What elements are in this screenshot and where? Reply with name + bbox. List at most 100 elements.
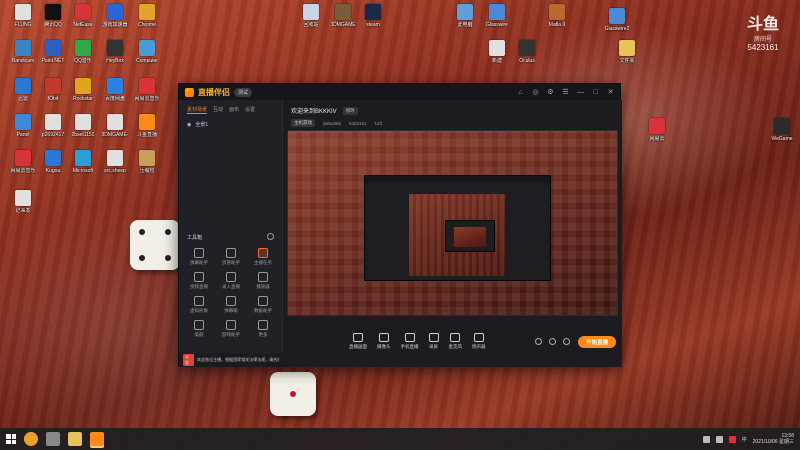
taskbar-chrome-icon[interactable] <box>24 432 38 446</box>
sidebar-tab[interactable]: 素材场景 <box>187 106 208 114</box>
category-tag[interactable]: 主机游戏 <box>291 119 315 127</box>
desktop-icon[interactable]: Panel <box>6 114 40 148</box>
settings-gear-icon[interactable] <box>562 338 570 345</box>
desktop-icon[interactable]: 迅雷 <box>6 78 40 112</box>
desktop-icon[interactable]: IObit <box>36 78 70 112</box>
desktop-icon[interactable]: 斗鱼直播 <box>130 114 164 148</box>
desktop-icon[interactable]: WeGame <box>765 118 799 152</box>
desktop-icon-label: src.sheep <box>104 168 126 174</box>
toolbox-item[interactable]: 录入直播 <box>215 272 247 290</box>
tray-network-icon[interactable] <box>702 435 710 443</box>
desktop-icon[interactable]: Oculus <box>510 40 544 74</box>
desktop-icon[interactable]: 3DMGAME- <box>98 114 132 148</box>
desktop-icon[interactable]: 腾讯QQ <box>36 4 70 38</box>
scene-label: 全景1 <box>195 122 209 128</box>
desktop-icon[interactable]: 游戏加速器 <box>98 4 132 38</box>
record-icon[interactable] <box>534 338 542 345</box>
windows-start-icon[interactable] <box>6 434 16 444</box>
desktop-icon[interactable]: Glasswire2 <box>600 8 634 42</box>
desktop-icon[interactable]: 2bset1150 <box>66 114 100 148</box>
desktop-icon[interactable]: 网易云音乐 <box>130 78 164 112</box>
desktop-icon[interactable]: 3DMGAME <box>326 4 360 38</box>
close-icon[interactable]: ✕ <box>607 89 614 96</box>
desktop-icon[interactable]: 网易云 <box>640 118 674 152</box>
desktop-icon[interactable]: Mafia II <box>540 4 574 38</box>
home-icon[interactable]: ⌂ <box>517 89 524 96</box>
toolbox-item[interactable]: 弹幕助手 <box>183 248 215 266</box>
room-title: 欢迎来到BKKKIV <box>291 109 337 115</box>
tray-volume-icon[interactable] <box>715 435 723 443</box>
stream-preview[interactable] <box>287 130 618 316</box>
toolbox-item[interactable]: 主播任务 <box>247 248 279 266</box>
die-pip <box>139 255 145 261</box>
desktop-icon[interactable]: HeyBox <box>98 40 132 74</box>
desktop-icon[interactable]: 百度网盘 <box>98 78 132 112</box>
desktop-icon[interactable]: 压缩包 <box>130 150 164 184</box>
tool-icon <box>226 272 236 282</box>
title-bar[interactable]: 直播伴侣 测试 ⌂ ◎ ⚙ ☰ — □ ✕ <box>179 84 620 100</box>
desktop-icon[interactable]: src.sheep <box>98 150 132 184</box>
desktop-icon[interactable]: Chrome <box>130 4 164 38</box>
target-icon[interactable]: ◎ <box>532 89 539 96</box>
toolbox-item[interactable]: 更多 <box>247 320 279 338</box>
sidebar-tab[interactable]: 互动 <box>213 106 223 114</box>
desktop-icon[interactable]: Bandicam <box>6 40 40 74</box>
desktop-icon[interactable]: QQ音乐 <box>66 40 100 74</box>
toolbox-settings-icon[interactable] <box>267 233 274 240</box>
desktop-icon[interactable]: steam <box>356 4 390 38</box>
desktop-icon[interactable]: 回收站 <box>294 4 328 38</box>
tray-app-icon[interactable] <box>728 435 736 443</box>
sidebar-tab[interactable]: 画布 <box>229 106 239 114</box>
desktop-icon[interactable]: 记事本 <box>6 190 40 224</box>
desktop-icon[interactable]: Kugou <box>36 150 70 184</box>
desktop-icon[interactable]: Rockstar <box>66 78 100 112</box>
desktop-icon-label: Rockstar <box>73 96 93 102</box>
toolbox-item[interactable]: 弹幕聊 <box>215 296 247 314</box>
toolbox-item[interactable]: 数据助手 <box>247 296 279 314</box>
menu-icon[interactable]: ☰ <box>562 89 569 96</box>
source-control-button[interactable]: 直播画面 <box>349 333 367 350</box>
desktop-icon[interactable]: Microsoft <box>66 150 100 184</box>
sidebar-tab[interactable]: 设置 <box>245 106 255 114</box>
toolbox-item[interactable]: 虚拟形象 <box>183 296 215 314</box>
tool-label: 弹幕聊 <box>224 308 238 313</box>
desktop-icon[interactable]: 网易云音乐 <box>6 150 40 184</box>
tool-label: 主播任务 <box>254 260 272 265</box>
desktop-icon-label: 记事本 <box>15 208 31 214</box>
minimize-icon[interactable]: — <box>577 89 584 96</box>
toolbox-item[interactable]: 视频直播 <box>183 272 215 290</box>
settings-icon[interactable]: ⚙ <box>547 89 554 96</box>
desktop-icon[interactable]: Computer <box>130 40 164 74</box>
desktop-icon[interactable]: p2692417 <box>36 114 70 148</box>
source-control-button[interactable]: 摄像头 <box>377 333 391 350</box>
taskbar-folder-icon[interactable] <box>68 432 82 446</box>
notice-bar[interactable]: 公告 欢迎各位主播，根据国家相关法律法规，请合规直播 <box>179 353 283 367</box>
scene-row[interactable]: ◉ 全景1 <box>179 117 282 132</box>
maximize-icon[interactable]: □ <box>592 89 599 96</box>
desktop-icon[interactable]: 此电脑 <box>448 4 482 38</box>
toolbox-item[interactable]: 房管助手 <box>215 248 247 266</box>
source-control-button[interactable]: 录屏 <box>428 333 439 350</box>
desktop-icon[interactable]: Glasswire <box>480 4 514 38</box>
desktop-icon[interactable]: 新建 <box>480 40 514 74</box>
input-method-indicator[interactable]: 中 <box>742 436 747 443</box>
source-control-button[interactable]: 麦克风 <box>449 333 462 350</box>
taskbar-clock[interactable]: 13:58 2021/10/06 星期三 <box>753 433 794 445</box>
toolbox-item[interactable]: 播放器 <box>247 272 279 290</box>
source-control-button[interactable]: 扬声器 <box>472 333 486 350</box>
desktop-app-icon <box>15 150 31 166</box>
taskbar-live-companion-icon[interactable] <box>90 432 104 446</box>
desktop-icon[interactable]: Paint.NET <box>36 40 70 74</box>
desktop-icon[interactable]: 文件夹 <box>610 40 644 74</box>
view-icon[interactable] <box>548 338 556 345</box>
eye-icon[interactable]: ◉ <box>187 122 191 128</box>
fans-count: 123 <box>374 120 383 126</box>
start-live-button[interactable]: 开始直播 <box>577 335 616 348</box>
edit-title-button[interactable]: 修改 <box>342 106 358 115</box>
desktop-icon[interactable]: FLUNG <box>6 4 40 38</box>
taskbar-app-icon[interactable] <box>46 432 60 446</box>
source-control-button[interactable]: 手机直播 <box>401 333 419 350</box>
toolbox-item[interactable]: 美颜 <box>183 320 215 338</box>
toolbox-item[interactable]: 游戏助手 <box>215 320 247 338</box>
desktop-icon[interactable]: NetEase <box>66 4 100 38</box>
